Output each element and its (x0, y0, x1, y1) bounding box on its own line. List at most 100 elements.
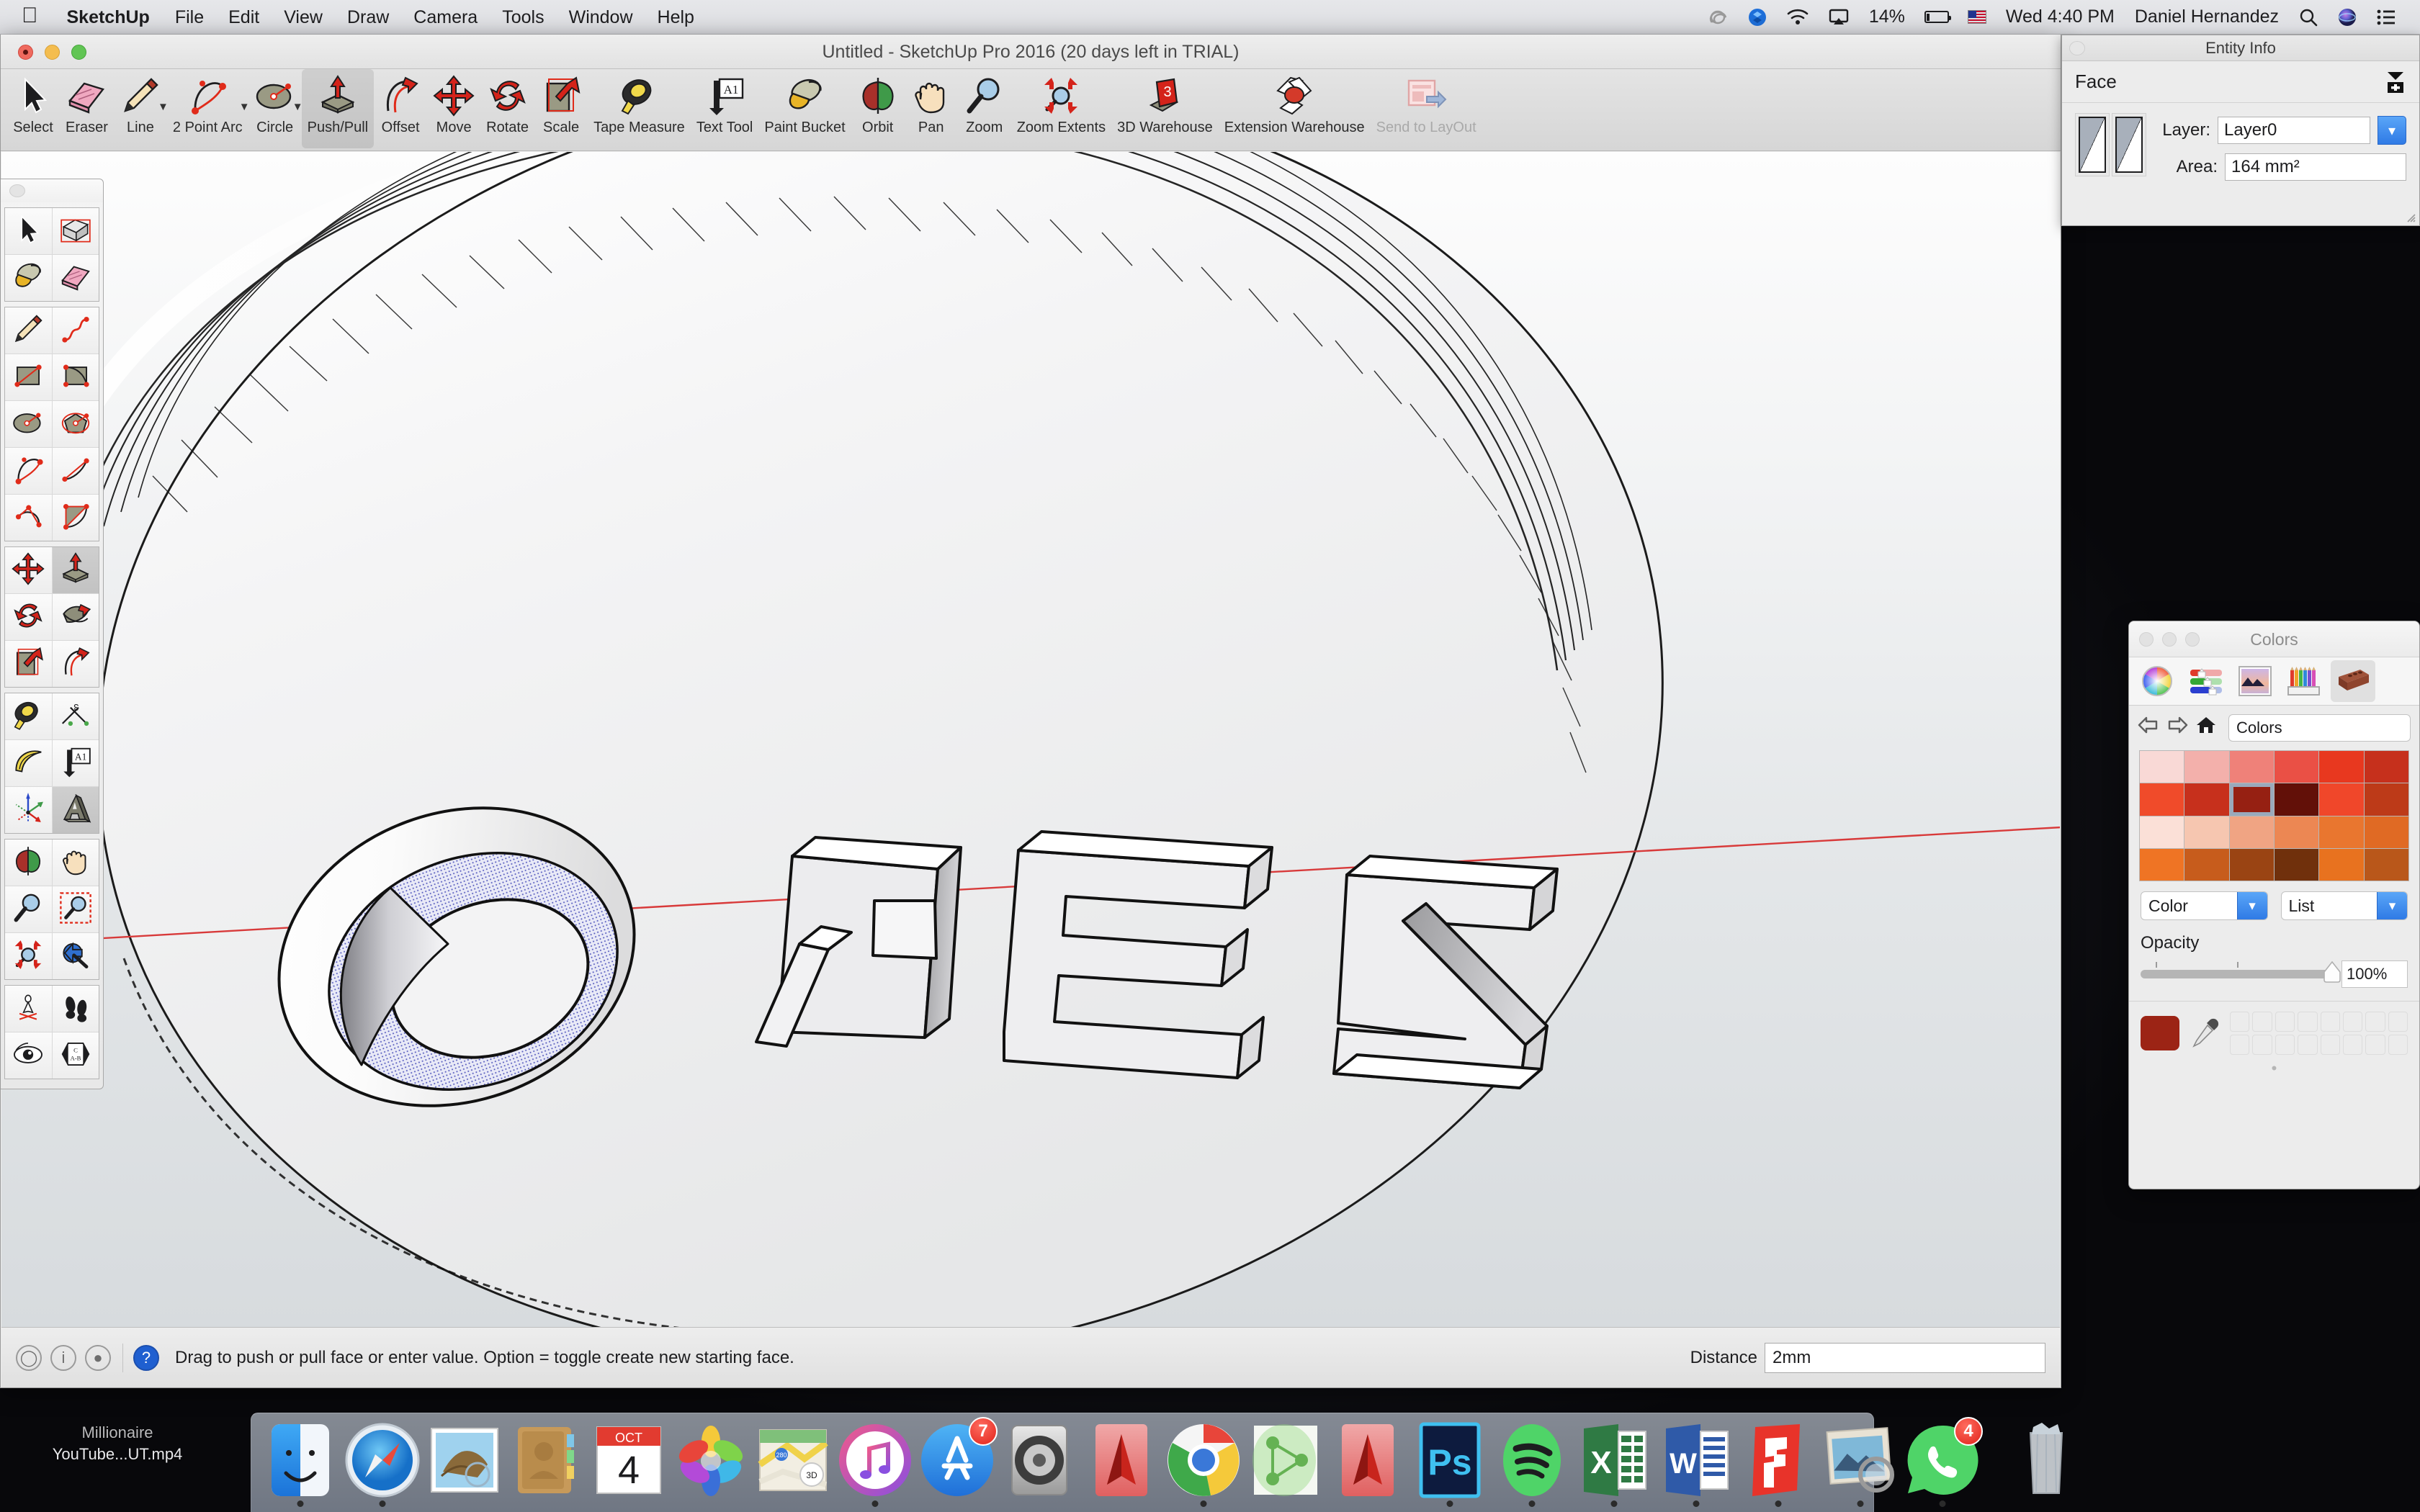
credits-info-icon[interactable]: i (50, 1344, 76, 1371)
colors-zoom-button[interactable] (2185, 632, 2200, 647)
palette-3d-text-button[interactable] (52, 787, 99, 833)
opacity-slider[interactable] (2141, 960, 2341, 983)
palette-pie-button[interactable] (52, 495, 99, 541)
color-swatch[interactable] (2274, 816, 2319, 848)
toolbar-button-3d-warehouse[interactable]: 3 3D Warehouse (1111, 69, 1219, 136)
palette-pan-hand-button[interactable] (52, 840, 99, 886)
color-swatch[interactable] (2364, 783, 2408, 816)
color-well[interactable] (2298, 1035, 2318, 1055)
menu-item-sketchup[interactable]: SketchUp (54, 0, 163, 35)
palette-rectangle-button[interactable] (5, 354, 52, 400)
palette-rotate-button[interactable] (5, 594, 52, 640)
list-mode-select[interactable]: List ▾ (2280, 891, 2408, 920)
color-swatch[interactable] (2229, 751, 2274, 783)
palette-protractor-button[interactable] (5, 740, 52, 786)
palette-zoom-magnifier-button[interactable] (5, 886, 52, 932)
palette-offset-button[interactable] (52, 641, 99, 687)
color-well[interactable] (2388, 1012, 2408, 1032)
color-swatch[interactable] (2319, 848, 2364, 881)
dock-item-photos[interactable] (672, 1418, 750, 1508)
dock-item-itunes[interactable] (836, 1418, 914, 1508)
color-well[interactable] (2230, 1035, 2250, 1055)
toolbar-button-tape-measure[interactable]: Tape Measure (588, 69, 691, 136)
palette-zoom-window-button[interactable] (52, 886, 99, 932)
color-sliders-icon[interactable] (2184, 660, 2228, 702)
color-swatch-grid[interactable] (2139, 750, 2409, 881)
dock-item-preview[interactable] (1821, 1418, 1899, 1508)
pencils-icon[interactable] (2282, 660, 2326, 702)
color-swatch[interactable] (2184, 783, 2229, 816)
color-swatch[interactable] (2274, 751, 2319, 783)
dock-item-sketchup[interactable] (1739, 1418, 1817, 1508)
dock-item-system-preferences[interactable] (1000, 1418, 1078, 1508)
list-mode-chevron-icon[interactable]: ▾ (2377, 892, 2407, 919)
palette-close-knob[interactable] (9, 184, 25, 197)
palette-look-around-button[interactable] (5, 1032, 52, 1079)
expand-collapse-icon[interactable] (2386, 71, 2405, 94)
color-swatch[interactable] (2364, 848, 2408, 881)
menu-item-window[interactable]: Window (557, 0, 645, 35)
color-well[interactable] (2275, 1035, 2295, 1055)
toolbar-button-select[interactable]: Select (6, 69, 60, 136)
colors-close-button[interactable] (2139, 632, 2154, 647)
color-mode-select[interactable]: Color ▾ (2141, 891, 2268, 920)
color-swatch[interactable] (2319, 751, 2364, 783)
menu-item-file[interactable]: File (163, 0, 216, 35)
palette-select-arrow-button[interactable] (5, 208, 52, 254)
palette-zoom-extents-button[interactable] (5, 933, 52, 979)
palette-two-point-arc-button[interactable] (5, 448, 52, 494)
toolbar-button-eraser[interactable]: Eraser (60, 69, 114, 136)
palette-circle-button[interactable] (5, 401, 52, 447)
color-swatch[interactable] (2364, 751, 2408, 783)
palette-section-plane-button[interactable]: C A-B (52, 1032, 99, 1079)
menu-item-tools[interactable]: Tools (490, 0, 556, 35)
palette-titlebar[interactable] (1, 179, 103, 202)
palette-position-camera-button[interactable] (5, 986, 52, 1032)
toolbar-button-push-pull[interactable]: Push/Pull (301, 69, 375, 148)
palette-push-pull-button[interactable] (52, 547, 99, 593)
dock-item-whatsapp[interactable]: 4 (1904, 1417, 1983, 1508)
dock-item-mail[interactable] (426, 1418, 503, 1508)
apple-logo-icon[interactable]:  (0, 0, 54, 35)
color-well[interactable] (2365, 1012, 2385, 1032)
color-well[interactable] (2252, 1012, 2272, 1032)
forward-arrow-icon[interactable] (2166, 716, 2188, 740)
menu-item-camera[interactable]: Camera (401, 0, 490, 35)
dock-item-excel[interactable]: X (1575, 1418, 1653, 1508)
palette-pencil-line-button[interactable] (5, 307, 52, 354)
color-well[interactable] (2320, 1035, 2340, 1055)
color-well[interactable] (2275, 1012, 2295, 1032)
siri-icon[interactable] (2328, 0, 2367, 35)
palette-walk-button[interactable] (52, 986, 99, 1032)
color-wells[interactable] (2230, 1012, 2408, 1055)
toolbar-button-2-point-arc[interactable]: 2 Point Arc ▼ (167, 69, 250, 136)
help-question-icon[interactable]: ? (133, 1344, 159, 1371)
palette-rotated-rectangle-button[interactable] (52, 354, 99, 400)
color-well[interactable] (2365, 1035, 2385, 1055)
toolbar-button-circle[interactable]: Circle ▼ (248, 69, 303, 136)
home-icon[interactable] (2195, 716, 2217, 740)
dock-item-autocad-2[interactable] (1329, 1418, 1407, 1508)
model-canvas[interactable] (1, 152, 2060, 1327)
color-well[interactable] (2342, 1035, 2363, 1055)
back-face-thumbnail[interactable] (2112, 113, 2146, 176)
dock-item-trash[interactable] (2007, 1418, 2085, 1508)
menu-item-draw[interactable]: Draw (335, 0, 401, 35)
dock-item-safari[interactable] (344, 1418, 421, 1508)
menu-item-view[interactable]: View (272, 0, 335, 35)
battery-icon[interactable] (1915, 0, 1958, 35)
spotlight-search-icon[interactable] (2289, 0, 2328, 35)
palette-freehand-button[interactable] (52, 307, 99, 354)
toolbar-button-rotate[interactable]: Rotate (480, 69, 534, 136)
dock-item-word[interactable]: W (1657, 1418, 1735, 1508)
colors-minimize-button[interactable] (2162, 632, 2177, 647)
color-swatch[interactable] (2274, 848, 2319, 881)
color-swatch[interactable] (2184, 816, 2229, 848)
toolbar-button-zoom-extents[interactable]: Zoom Extents (1011, 69, 1111, 136)
color-swatch[interactable] (2140, 848, 2184, 881)
palette-arc-button[interactable] (52, 448, 99, 494)
color-mode-chevron-icon[interactable]: ▾ (2236, 892, 2267, 919)
toolbar-button-line[interactable]: Line ▼ (114, 69, 169, 136)
color-swatch[interactable] (2364, 816, 2408, 848)
toolbar-button-move[interactable]: Move (427, 69, 480, 136)
